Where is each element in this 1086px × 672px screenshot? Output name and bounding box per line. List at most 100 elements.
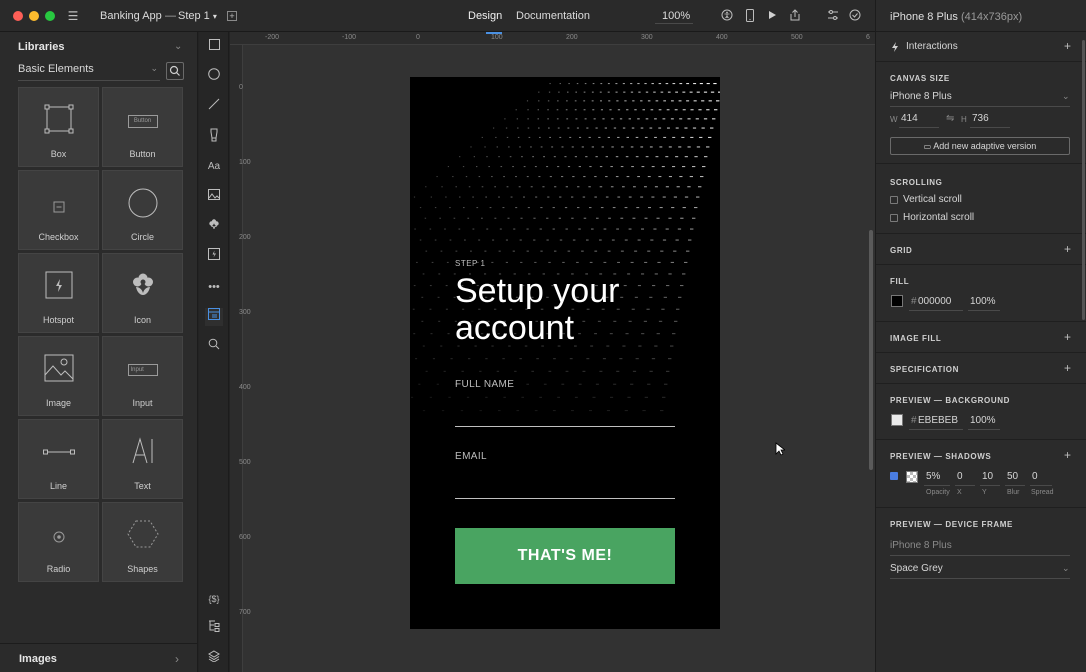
icon-tool-icon[interactable] <box>205 218 223 236</box>
image-tool-icon[interactable] <box>205 188 223 206</box>
shadow-spread-input[interactable]: 0 <box>1032 471 1038 482</box>
height-input[interactable]: 736 <box>972 113 989 124</box>
add-interaction-icon[interactable]: + <box>1064 39 1071 53</box>
library-item-box[interactable]: Box <box>18 87 99 167</box>
inspector-scrollbar[interactable] <box>1082 40 1085 320</box>
library-item-radio[interactable]: Radio <box>18 502 99 582</box>
mobile-preview-icon[interactable] <box>743 9 757 23</box>
width-input[interactable]: 414 <box>901 113 918 124</box>
canvas-preset-dropdown[interactable]: iPhone 8 Plus <box>890 91 952 102</box>
play-icon[interactable] <box>765 9 779 23</box>
image-fill-section[interactable]: IMAGE FILL + <box>876 322 1086 353</box>
ruler-label: 400 <box>239 384 251 391</box>
ruler-selection-marker <box>486 32 502 34</box>
grid-section[interactable]: GRID + <box>876 234 1086 265</box>
hash-symbol: # <box>911 415 917 426</box>
fill-color-swatch[interactable] <box>891 295 903 307</box>
window-close-button[interactable] <box>13 11 23 21</box>
text-tool-icon[interactable]: Aa <box>205 158 223 176</box>
interactions-section[interactable]: Interactions + <box>876 32 1086 62</box>
library-item-label: Button <box>129 149 156 159</box>
screen-selector[interactable]: Step 1 ▾ <box>178 10 217 22</box>
library-item-image[interactable]: Image <box>18 336 99 416</box>
specification-section[interactable]: SPECIFICATION + <box>876 353 1086 384</box>
settings-sliders-icon[interactable] <box>826 9 840 23</box>
hexagon-icon <box>126 520 159 548</box>
vertical-scroll-checkbox[interactable] <box>890 196 898 204</box>
shadow-enabled-checkbox[interactable] <box>890 472 898 480</box>
fill-hex-input[interactable]: 000000 <box>918 296 951 307</box>
hotspot-tool-icon[interactable] <box>205 248 223 266</box>
add-shadow-icon[interactable]: + <box>1064 448 1071 462</box>
add-adaptive-version-button[interactable]: ▭ Add new adaptive version <box>890 137 1070 155</box>
layers-stack-icon[interactable] <box>205 650 223 668</box>
canvas-scrollbar[interactable] <box>869 230 873 470</box>
device-color-dropdown[interactable]: Space Grey <box>890 563 943 574</box>
preview-shadows-section: PREVIEW — SHADOWS + 5% 0 10 50 0 Opacity… <box>876 440 1086 508</box>
zoom-level[interactable]: 100% <box>662 10 690 22</box>
full-name-field[interactable] <box>455 426 675 427</box>
line-tool-icon[interactable] <box>205 98 223 116</box>
search-tool-icon[interactable] <box>205 338 223 356</box>
library-item-shapes[interactable]: Shapes <box>102 502 183 582</box>
add-screen-icon[interactable]: + <box>227 11 237 21</box>
ruler-label: 500 <box>239 459 251 466</box>
mouse-cursor-icon <box>775 442 785 456</box>
library-item-text[interactable]: Text <box>102 419 183 499</box>
window-minimize-button[interactable] <box>29 11 39 21</box>
tab-documentation[interactable]: Documentation <box>516 10 590 22</box>
shadow-opacity-input[interactable]: 5% <box>926 471 940 482</box>
screen-name: Step 1 <box>178 10 210 22</box>
window-maximize-button[interactable] <box>45 11 55 21</box>
library-item-icon[interactable]: Icon <box>102 253 183 333</box>
library-item-input[interactable]: Input Input <box>102 336 183 416</box>
library-dropdown[interactable]: Basic Elements ⌄ <box>18 63 160 81</box>
design-canvas[interactable]: -200 -100 0 100 200 300 400 500 6 0 100 … <box>230 32 875 672</box>
thats-me-button[interactable]: THAT'S ME! <box>455 528 675 584</box>
preview-bg-hex-input[interactable]: EBEBEB <box>918 415 958 426</box>
add-image-fill-icon[interactable]: + <box>1064 330 1071 344</box>
chevron-down-icon[interactable]: ⌄ <box>174 41 182 52</box>
oval-tool-icon[interactable] <box>205 68 223 86</box>
accessibility-icon[interactable] <box>720 9 734 23</box>
device-frame-input[interactable]: iPhone 8 Plus <box>890 540 952 551</box>
add-grid-icon[interactable]: + <box>1064 242 1071 256</box>
preview-bg-opacity-input[interactable]: 100% <box>970 415 996 426</box>
library-item-checkbox[interactable]: Checkbox <box>18 170 99 250</box>
shadow-blur-input[interactable]: 50 <box>1007 471 1018 482</box>
pen-tool-icon[interactable] <box>205 128 223 146</box>
project-title[interactable]: Banking App <box>100 10 162 22</box>
email-field[interactable] <box>455 498 675 499</box>
library-item-line[interactable]: Line <box>18 419 99 499</box>
inspector-panel: iPhone 8 Plus (414x736px) Interactions +… <box>875 0 1086 672</box>
input-underline <box>924 485 950 486</box>
tab-design[interactable]: Design <box>468 10 502 22</box>
preview-background-section: PREVIEW — BACKGROUND # EBEBEB 100% <box>876 384 1086 440</box>
library-search-button[interactable] <box>166 62 184 80</box>
artboard-screen[interactable]: STEP 1 Setup your account FULL NAME EMAI… <box>410 77 720 629</box>
code-variables-icon[interactable]: {$} <box>205 590 223 608</box>
shadow-color-swatch[interactable] <box>906 471 918 483</box>
preview-bg-swatch[interactable] <box>891 414 903 426</box>
add-specification-icon[interactable]: + <box>1064 361 1071 375</box>
heading-line: account <box>455 309 575 347</box>
chevron-down-icon[interactable]: ⌄ <box>1062 563 1070 574</box>
share-icon[interactable] <box>788 9 802 23</box>
shadow-x-input[interactable]: 0 <box>957 471 963 482</box>
rectangle-tool-icon[interactable] <box>205 38 223 56</box>
fill-opacity-input[interactable]: 100% <box>970 296 996 307</box>
layout-tool-icon[interactable] <box>205 308 223 326</box>
library-item-circle[interactable]: Circle <box>102 170 183 250</box>
layers-tree-icon[interactable] <box>205 620 223 638</box>
link-dimensions-icon[interactable]: ⇋ <box>946 113 954 124</box>
library-item-hotspot[interactable]: Hotspot <box>18 253 99 333</box>
images-section[interactable]: Images › <box>0 643 198 672</box>
checkmark-circle-icon[interactable] <box>848 9 862 23</box>
ruler-label: 0 <box>416 34 420 41</box>
shadow-y-input[interactable]: 10 <box>982 471 993 482</box>
horizontal-scroll-checkbox[interactable] <box>890 214 898 222</box>
library-item-button[interactable]: Button Button <box>102 87 183 167</box>
menu-icon[interactable]: ☰ <box>66 9 80 23</box>
chevron-down-icon[interactable]: ⌄ <box>1062 91 1070 102</box>
more-tools-icon[interactable]: ••• <box>205 278 223 296</box>
